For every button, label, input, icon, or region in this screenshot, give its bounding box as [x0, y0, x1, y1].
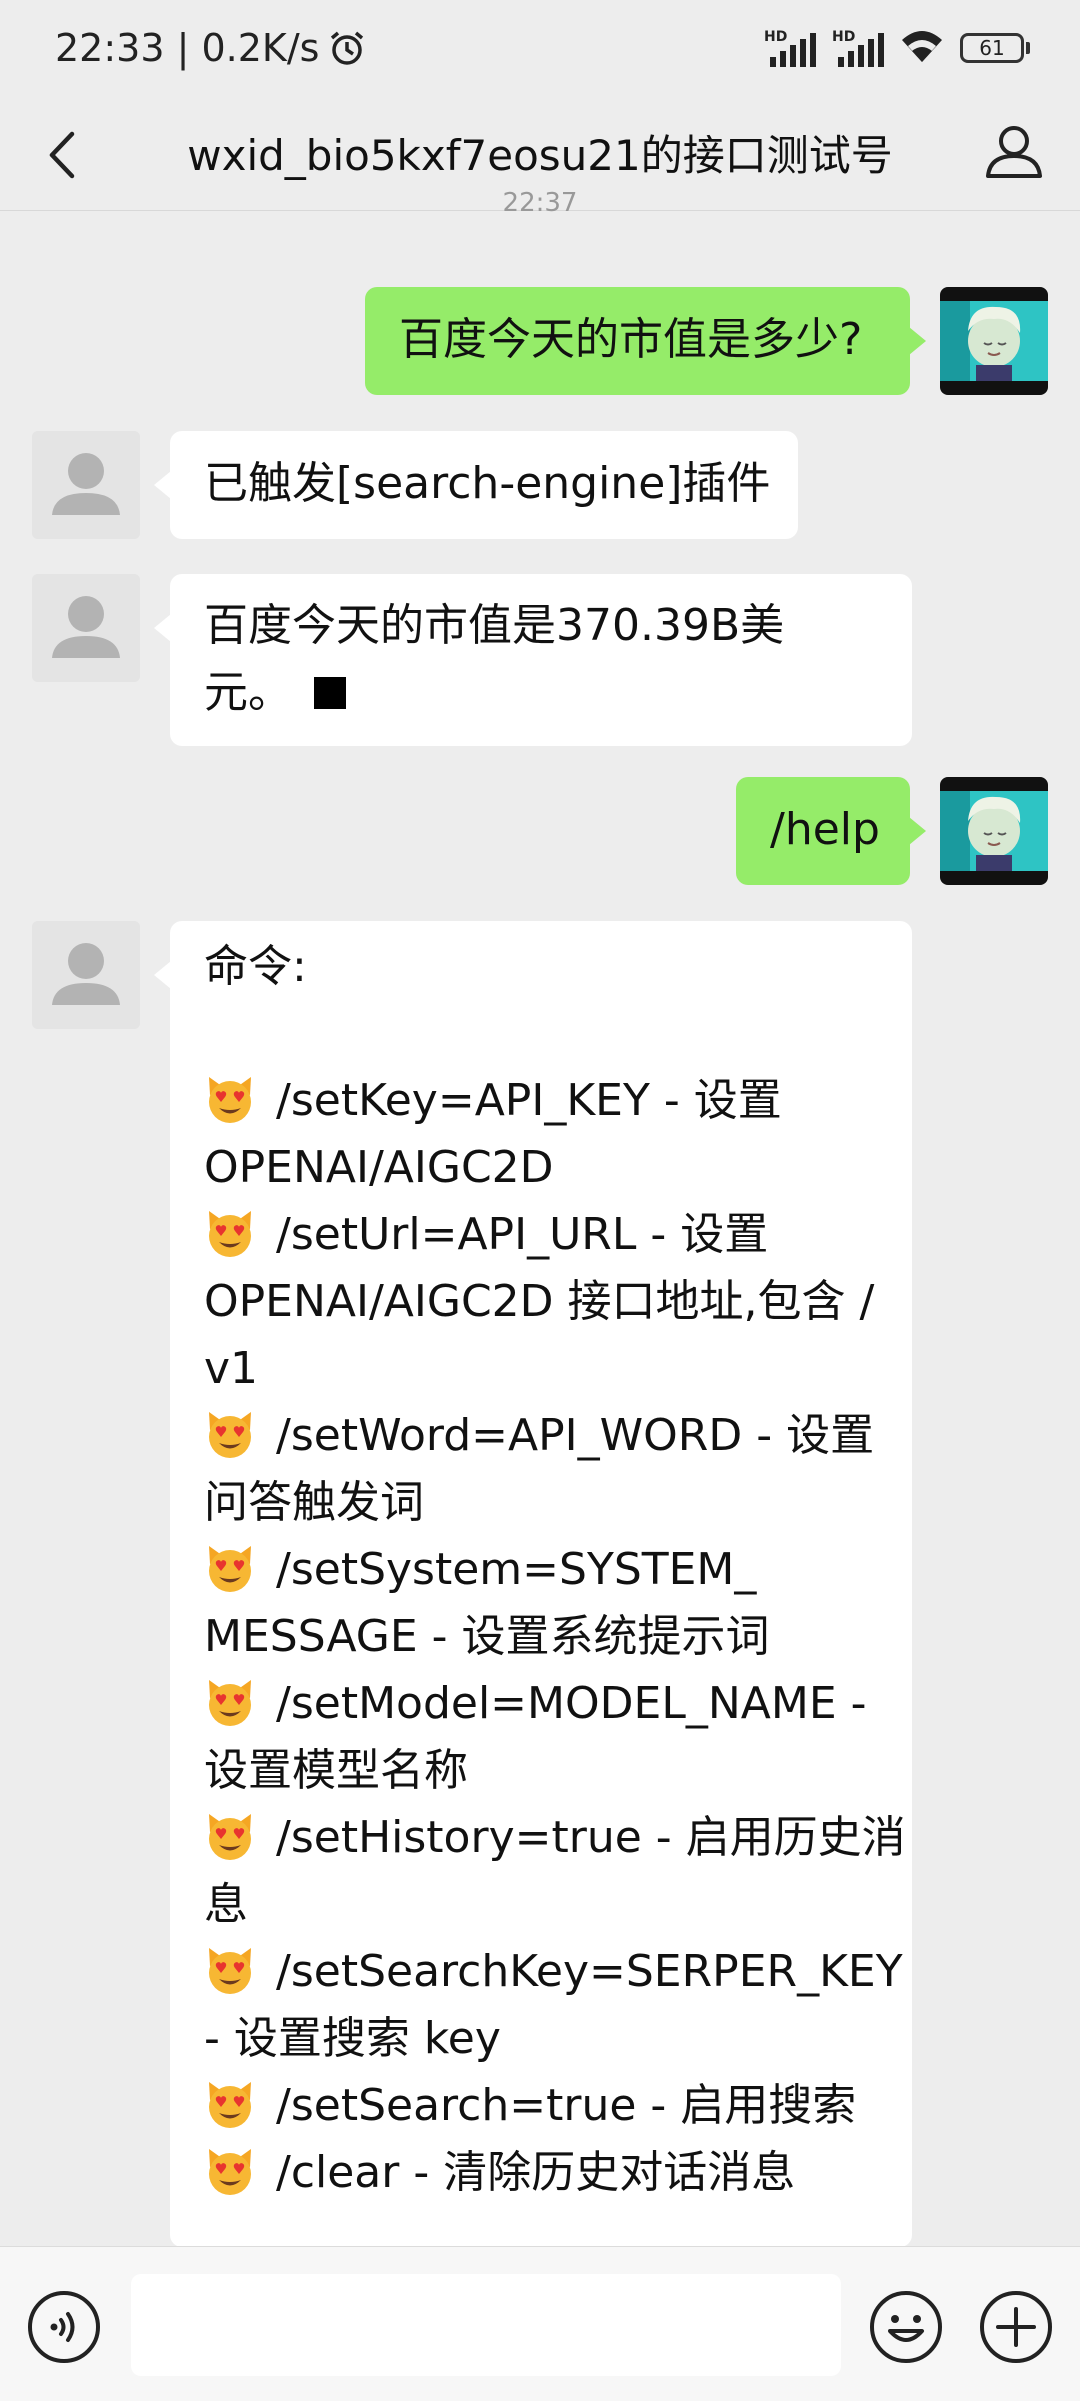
stop-square-icon: [314, 677, 346, 709]
battery-level: 61: [979, 36, 1005, 60]
smiling-cat-heart-eyes-icon: [204, 1944, 256, 1996]
plus-button[interactable]: [978, 2289, 1054, 2365]
status-bar: 22:33 | 0.2K/s HD HD 61: [0, 0, 1080, 100]
bot-avatar[interactable]: [32, 431, 140, 539]
status-left: 22:33 | 0.2K/s: [55, 26, 367, 70]
bot-avatar[interactable]: [32, 921, 140, 1029]
command-line: OPENAI/AIGC2D: [204, 1142, 554, 1193]
smiling-cat-heart-eyes-icon: [204, 1207, 256, 1259]
command-line: OPENAI/AIGC2D 接口地址,包含 /: [204, 1276, 875, 1327]
message-text: 已触发[search-engine]插件: [204, 458, 771, 509]
command-line: /setSearchKey=SERPER_KEY: [276, 1946, 903, 1997]
smiling-cat-heart-eyes-icon: [204, 1542, 256, 1594]
self-avatar[interactable]: [940, 287, 1048, 395]
alarm-icon: [327, 28, 367, 68]
emoji-button[interactable]: [868, 2289, 944, 2365]
profile-button[interactable]: [978, 116, 1050, 188]
outgoing-message-bubble[interactable]: 百度今天的市值是多少?: [365, 287, 926, 395]
outgoing-message-bubble[interactable]: /help: [736, 777, 926, 885]
message-line: 百度今天的市值是370.39B美: [204, 600, 785, 651]
smiling-cat-heart-eyes-icon: [204, 1676, 256, 1728]
command-line: v1: [204, 1343, 259, 1394]
status-time: 22:33 | 0.2K/s: [55, 26, 320, 70]
command-line: 设置模型名称: [204, 1745, 468, 1796]
smiling-cat-heart-eyes-icon: [204, 1408, 256, 1460]
smiling-cat-heart-eyes-icon: [204, 2078, 256, 2130]
bot-avatar[interactable]: [32, 574, 140, 682]
command-line: /setSearch=true - 启用搜索: [276, 2080, 857, 2131]
message-line: 元。: [204, 667, 292, 718]
chevron-left-icon: [49, 131, 75, 179]
command-line: /setModel=MODEL_NAME -: [276, 1678, 867, 1729]
person-icon: [986, 126, 1042, 178]
incoming-message-bubble[interactable]: 百度今天的市值是370.39B美 元。: [154, 574, 912, 746]
command-line: /setHistory=true - 启用历史消: [276, 1812, 906, 1863]
message-text: /help: [770, 804, 880, 855]
command-line: 息: [204, 1879, 248, 1930]
emoji-smile-icon: [870, 2291, 942, 2363]
command-line: /setWord=API_WORD - 设置: [276, 1410, 875, 1461]
battery-icon: 61: [960, 33, 1030, 63]
incoming-message-bubble[interactable]: 命令: /setKey=API_KEY - 设置 OPENAI/AIGC2D /…: [154, 921, 912, 2246]
plus-icon: [980, 2291, 1052, 2363]
chat-title: wxid_bio5kxf7eosu21的接口测试号: [187, 131, 893, 180]
message-list: 百度今天的市值是多少? 已触发[search-engine]插件 百度今天的市值…: [0, 211, 1080, 2246]
smiling-cat-heart-eyes-icon: [204, 1810, 256, 1862]
message-heading: 命令:: [204, 941, 307, 992]
self-avatar[interactable]: [940, 777, 1048, 885]
incoming-message-bubble[interactable]: 已触发[search-engine]插件: [154, 431, 798, 539]
command-line: /setKey=API_KEY - 设置: [276, 1075, 782, 1126]
command-line: 问答触发词: [204, 1477, 424, 1528]
message-text: 百度今天的市值是多少?: [399, 314, 863, 365]
signal-2-icon: HD: [832, 29, 884, 67]
message-input[interactable]: [131, 2274, 841, 2376]
command-line: /setUrl=API_URL - 设置: [276, 1209, 769, 1260]
command-line: MESSAGE - 设置系统提示词: [204, 1611, 770, 1662]
back-button[interactable]: [30, 120, 100, 190]
command-line: /clear - 清除历史对话消息: [276, 2147, 796, 2198]
voice-button[interactable]: [26, 2289, 102, 2365]
wifi-icon: [900, 28, 944, 68]
command-line: - 设置搜索 key: [204, 2013, 501, 2064]
smiling-cat-heart-eyes-icon: [204, 1073, 256, 1125]
command-line: /setSystem=SYSTEM_: [276, 1544, 757, 1595]
input-bar: [0, 2246, 1080, 2401]
voice-icon: [28, 2291, 100, 2363]
smiling-cat-heart-eyes-icon: [204, 2145, 256, 2197]
status-right: HD HD 61: [764, 28, 1030, 68]
signal-1-icon: HD: [764, 29, 816, 67]
